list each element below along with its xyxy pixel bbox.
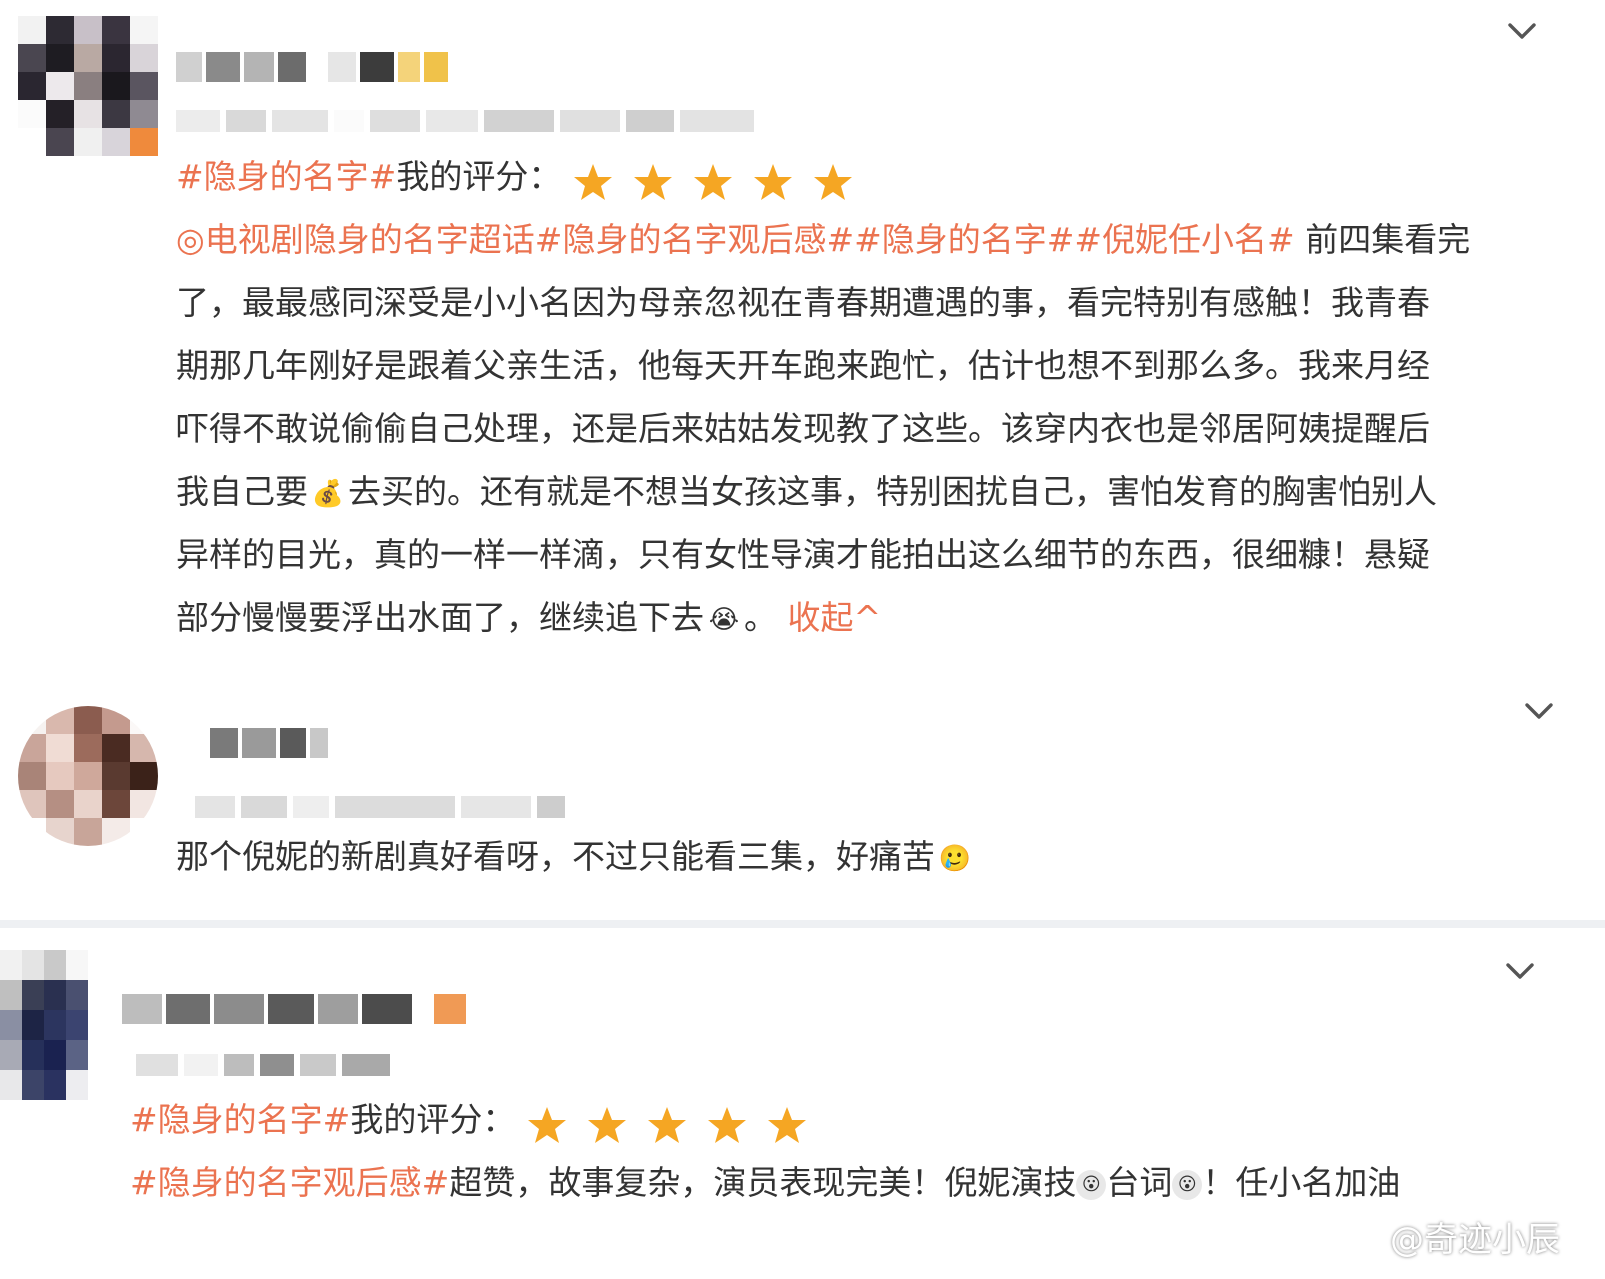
crying-emoji: 😭 <box>708 604 740 635</box>
body-text: 超赞，故事复杂，演员表现完美！倪妮演技 <box>449 1163 1077 1202</box>
body-line: ◎电视剧隐身的名字超话#隐身的名字观后感##隐身的名字##倪妮任小名# 前四集看… <box>176 208 1536 271</box>
post-meta <box>176 106 754 136</box>
star-icon <box>527 1102 567 1143</box>
body-line: 了，最最感同深受是小小名因为母亲忽视在青春期遭遇的事，看完特别有感触！我青春 <box>176 283 1430 322</box>
body-text: 我自己要 <box>176 472 308 511</box>
star-icon <box>573 159 613 200</box>
body-line: 部分慢慢要浮出水面了，继续追下去 😭。 收起^ <box>176 586 1536 649</box>
star-icon <box>707 1102 747 1143</box>
emoji: 😮 <box>1172 1169 1203 1200</box>
body-line: 期那几年刚好是跟着父亲生活，他每天开车跑来跑忙，估计也想不到那么多。我来月经 <box>176 346 1430 385</box>
body-text: 台词 <box>1106 1163 1173 1202</box>
body-line: #隐身的名字观后感#超赞，故事复杂，演员表现完美！倪妮演技 😮 台词 😮 ！任小名加油 <box>130 1151 1530 1214</box>
comment-body: 那个倪妮的新剧真好看呀，不过只能看三集，好痛苦 🥲 <box>176 825 1536 888</box>
emoji: 😮 <box>1076 1169 1107 1200</box>
star-icon <box>693 159 733 200</box>
hashtag-link[interactable]: #隐身的名字# <box>176 157 396 196</box>
body-text: 前四集看完 <box>1294 220 1471 259</box>
body-text: 去买的。还有就是不想当女孩这事，特别困扰自己，害怕发育的胸害怕别人 <box>348 472 1437 511</box>
divider <box>0 920 1605 928</box>
post-meta <box>136 1050 390 1080</box>
rating-line: #隐身的名字#我的评分： <box>176 145 1536 208</box>
star-icon <box>813 159 853 200</box>
topic-links[interactable]: ◎电视剧隐身的名字超话#隐身的名字观后感##隐身的名字##倪妮任小名# <box>176 220 1295 259</box>
body-text: 那个倪妮的新剧真好看呀，不过只能看三集，好痛苦 <box>176 837 935 876</box>
username[interactable] <box>210 726 328 760</box>
star-icon <box>633 159 673 200</box>
rating-label: 我的评分： <box>396 157 562 196</box>
comment-body: #隐身的名字#我的评分： ◎电视剧隐身的名字超话#隐身的名字观后感##隐身的名字… <box>176 145 1536 649</box>
star-icon <box>767 1102 807 1143</box>
username[interactable] <box>122 992 466 1026</box>
body-text: 。 <box>744 598 777 637</box>
comment-card-3: #隐身的名字#我的评分： #隐身的名字观后感#超赞，故事复杂，演员表现完美！倪妮… <box>0 930 1605 1279</box>
collapse-link[interactable]: 收起^ <box>788 598 882 637</box>
post-meta <box>195 792 565 822</box>
watermark-text: @奇迹小辰 <box>1390 1220 1560 1260</box>
star-icon <box>647 1102 687 1143</box>
star-icon <box>753 159 793 200</box>
smiling-tear-emoji: 🥲 <box>938 843 972 874</box>
comment-body: #隐身的名字#我的评分： #隐身的名字观后感#超赞，故事复杂，演员表现完美！倪妮… <box>130 1088 1530 1214</box>
body-line: 吓得不敢说偷偷自己处理，还是后来姑姑发现教了这些。该穿内衣也是邻居阿姨提醒后 <box>176 409 1430 448</box>
watermark: @奇迹小辰 <box>1336 1212 1560 1261</box>
hashtag-link[interactable]: #隐身的名字# <box>130 1100 350 1139</box>
star-icon <box>587 1102 627 1143</box>
money-bag-emoji: 💰 <box>311 478 345 509</box>
chevron-down-icon[interactable] <box>1505 14 1539 48</box>
avatar[interactable] <box>18 16 158 156</box>
star-rating <box>573 159 853 200</box>
body-text: 部分慢慢要浮出水面了，继续追下去 <box>176 598 704 637</box>
hashtag-link[interactable]: #隐身的名字观后感# <box>130 1163 449 1202</box>
comment-card-2: 那个倪妮的新剧真好看呀，不过只能看三集，好痛苦 🥲 <box>0 690 1605 920</box>
body-line: 异样的目光，真的一样一样滴，只有女性导演才能拍出这么细节的东西，很细糠！悬疑 <box>176 535 1430 574</box>
weibo-logo-icon <box>1336 1219 1382 1255</box>
rating-line: #隐身的名字#我的评分： <box>130 1088 1530 1151</box>
chevron-down-icon[interactable] <box>1522 694 1556 728</box>
avatar[interactable] <box>18 706 158 846</box>
comment-card-1: #隐身的名字#我的评分： ◎电视剧隐身的名字超话#隐身的名字观后感##隐身的名字… <box>0 0 1605 680</box>
body-text: ！任小名加油 <box>1202 1163 1401 1202</box>
star-rating <box>527 1102 807 1143</box>
username[interactable] <box>176 50 448 84</box>
body-line: 我自己要 💰 去买的。还有就是不想当女孩这事，特别困扰自己，害怕发育的胸害怕别人 <box>176 460 1536 523</box>
chevron-down-icon[interactable] <box>1503 954 1537 988</box>
rating-label: 我的评分： <box>350 1100 516 1139</box>
avatar[interactable] <box>0 950 110 1100</box>
